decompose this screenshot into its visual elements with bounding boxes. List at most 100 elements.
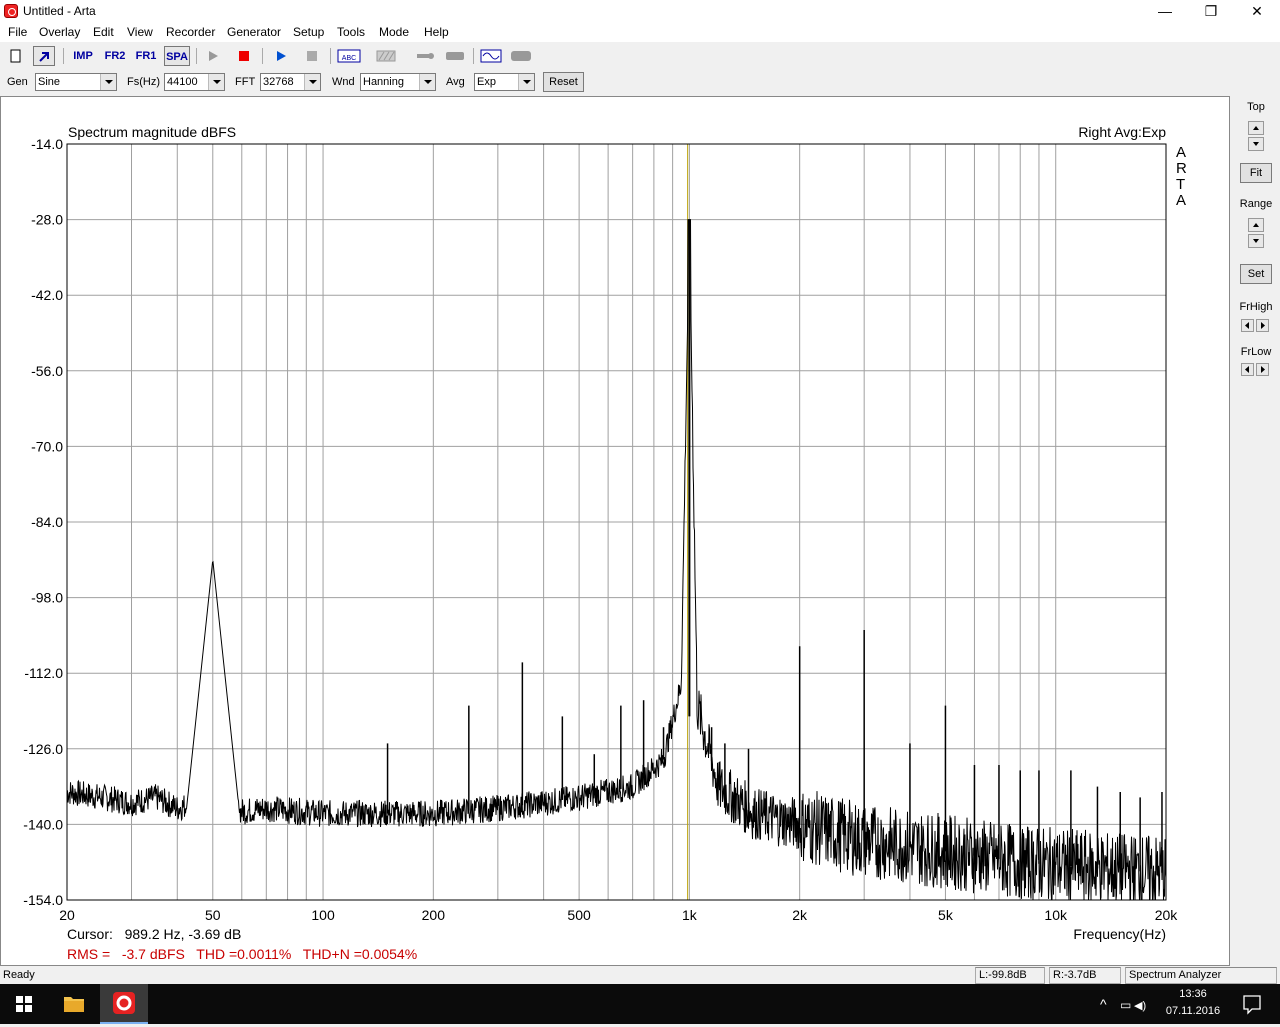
x-tick-label: 200 <box>422 907 446 923</box>
gen-value: Sine <box>38 76 61 88</box>
gen-select[interactable]: Sine <box>35 73 117 91</box>
minimize-button[interactable]: — <box>1142 0 1188 22</box>
close-button[interactable]: ✕ <box>1234 0 1280 22</box>
arta-taskbar-button[interactable] <box>100 984 148 1024</box>
new-file-button[interactable] <box>5 46 27 66</box>
probe-icon <box>417 53 434 59</box>
y-tick-label: -42.0 <box>31 287 63 303</box>
x-tick-label: 10k <box>1044 907 1068 923</box>
menu-bar: File Overlay Edit View Recorder Generato… <box>0 22 1280 42</box>
arta-app-icon <box>113 992 135 1014</box>
start-button[interactable] <box>0 984 48 1024</box>
stop-record-button[interactable] <box>233 46 255 66</box>
impulse-mode-button[interactable]: IMP <box>70 46 96 66</box>
menu-overlay[interactable]: Overlay <box>39 25 80 39</box>
clock-date[interactable]: 07.11.2016 <box>1158 1005 1228 1017</box>
title-bar: Untitled - Arta — ❐ ✕ <box>0 0 1280 22</box>
arrow-left-icon <box>1245 322 1249 329</box>
spa-mode-button[interactable]: SPA <box>164 46 190 66</box>
arrow-down-icon <box>1253 142 1259 146</box>
menu-tools[interactable]: Tools <box>337 25 365 39</box>
oscilloscope-icon <box>480 49 502 63</box>
y-tick-label: -84.0 <box>31 514 63 530</box>
menu-recorder[interactable]: Recorder <box>166 25 215 39</box>
x-tick-label: 100 <box>311 907 335 923</box>
open-arrow-icon <box>39 52 49 62</box>
play-icon <box>209 51 218 61</box>
new-file-icon <box>10 49 21 63</box>
fs-label: Fs(Hz) <box>127 76 160 88</box>
probe-button[interactable] <box>412 46 438 66</box>
menu-file[interactable]: File <box>8 25 27 39</box>
open-file-button[interactable] <box>33 46 55 66</box>
chevron-down-icon <box>518 74 534 90</box>
spectrum-chart[interactable]: Spectrum magnitude dBFS Right Avg:Exp AR… <box>1 97 1229 965</box>
window-title: Untitled - Arta <box>23 4 96 18</box>
stop-gray-icon <box>307 51 317 61</box>
play-gray-button[interactable] <box>202 46 224 66</box>
play-button[interactable] <box>270 46 292 66</box>
reset-button[interactable]: Reset <box>543 72 584 92</box>
harmonic-spikes <box>386 219 1163 873</box>
top-down-button[interactable] <box>1248 137 1264 151</box>
stop-button[interactable] <box>301 46 323 66</box>
menu-help[interactable]: Help <box>424 25 449 39</box>
taskbar: ^ ▭ ◀) 13:36 07.11.2016 <box>0 984 1280 1024</box>
frlow-left-button[interactable] <box>1241 363 1254 376</box>
wnd-label: Wnd <box>332 76 355 88</box>
maximize-button[interactable]: ❐ <box>1188 0 1234 22</box>
windows-logo-icon <box>16 996 32 1012</box>
status-bar: Ready L:-99.8dB R:-3.7dB Spectrum Analyz… <box>0 966 1280 985</box>
notifications-button[interactable] <box>1232 984 1272 1024</box>
fr2-mode-button[interactable]: FR2 <box>102 46 128 66</box>
x-tick-label: 50 <box>205 907 221 923</box>
top-up-button[interactable] <box>1248 121 1264 135</box>
y-tick-label: -112.0 <box>24 665 63 681</box>
x-tick-label: 1k <box>682 907 698 923</box>
arta-brand-text: ARTA <box>1176 144 1187 209</box>
menu-generator[interactable]: Generator <box>227 25 281 39</box>
hatch-button[interactable] <box>373 46 399 66</box>
chevron-down-icon <box>208 74 224 90</box>
menu-view[interactable]: View <box>127 25 153 39</box>
wnd-value: Hanning <box>363 76 404 88</box>
fit-button[interactable]: Fit <box>1240 163 1272 183</box>
meter-button[interactable] <box>442 46 468 66</box>
notification-icon <box>1243 995 1261 1015</box>
stop-red-icon <box>239 51 249 61</box>
network-icon: ▭ <box>1120 998 1131 1012</box>
frlow-label: FrLow <box>1240 346 1272 358</box>
fs-select[interactable]: 44100 <box>164 73 225 91</box>
play-blue-icon <box>277 51 286 61</box>
range-down-button[interactable] <box>1248 234 1264 248</box>
arrow-up-icon <box>1253 223 1259 227</box>
menu-edit[interactable]: Edit <box>93 25 114 39</box>
fr1-mode-button[interactable]: FR1 <box>133 46 159 66</box>
range-up-button[interactable] <box>1248 218 1264 232</box>
frlow-right-button[interactable] <box>1256 363 1269 376</box>
avg-select[interactable]: Exp <box>474 73 535 91</box>
y-tick-label: -28.0 <box>31 212 63 228</box>
menu-mode[interactable]: Mode <box>379 25 409 39</box>
parameter-bar: Gen Sine Fs(Hz) 44100 FFT 32768 Wnd Hann… <box>0 70 1280 94</box>
arrow-down-icon <box>1253 239 1259 243</box>
x-tick-label: 2k <box>792 907 808 923</box>
set-button[interactable]: Set <box>1240 264 1272 284</box>
spectrum-scope-button[interactable] <box>508 46 534 66</box>
abc-button[interactable]: ABC <box>336 46 362 66</box>
wnd-select[interactable]: Hanning <box>360 73 436 91</box>
y-tick-label: -98.0 <box>31 590 63 606</box>
y-tick-labels: -14.0 -28.0 -42.0 -56.0 -70.0 -84.0 -98.0 -112.… <box>23 136 63 908</box>
x-tick-label: 500 <box>567 907 591 923</box>
status-ready: Ready <box>3 969 35 981</box>
tray-icons[interactable]: ^ ▭ ◀) <box>1090 984 1150 1024</box>
clock-time[interactable]: 13:36 <box>1158 988 1228 1000</box>
scope-button[interactable] <box>478 46 504 66</box>
abc-label: ABC <box>342 55 356 62</box>
frhigh-right-button[interactable] <box>1256 319 1269 332</box>
fs-value: 44100 <box>167 76 198 88</box>
file-explorer-taskbar-button[interactable] <box>50 984 98 1024</box>
frhigh-left-button[interactable] <box>1241 319 1254 332</box>
fft-select[interactable]: 32768 <box>260 73 321 91</box>
menu-setup[interactable]: Setup <box>293 25 324 39</box>
